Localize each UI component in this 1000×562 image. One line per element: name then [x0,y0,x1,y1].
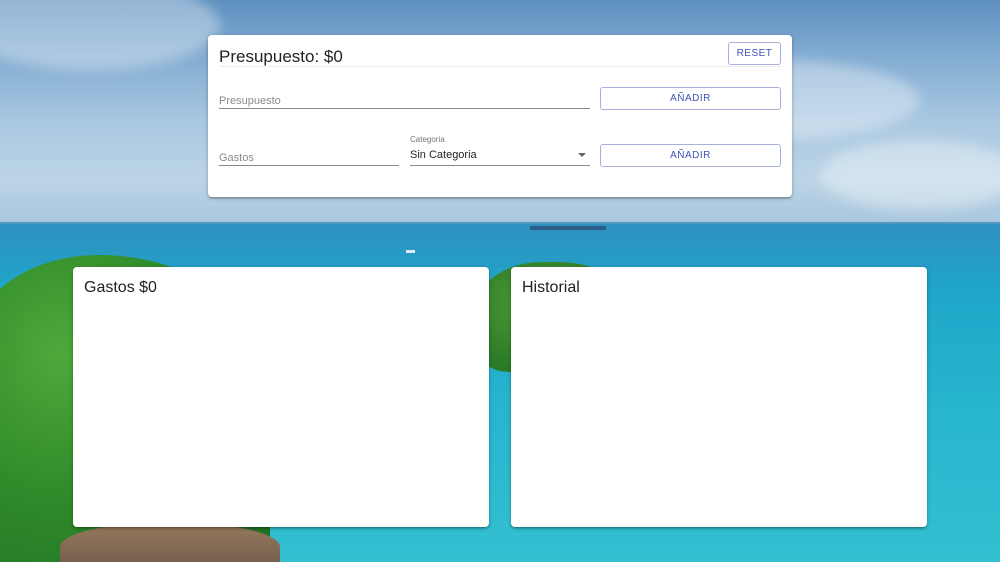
category-label: Categoria [410,135,445,144]
budget-field [219,91,590,109]
history-card: Historial [511,267,927,527]
budget-input[interactable] [219,93,590,109]
ship [530,226,606,230]
category-value: Sin Categoria [410,149,477,161]
budget-title: Presupuesto: $0 [219,47,343,66]
expenses-card: Gastos $0 [73,267,489,527]
title-divider [219,66,781,67]
boat [406,250,415,253]
category-select[interactable]: Categoria Sin Categoria [410,135,590,166]
expense-field [219,148,399,166]
history-title: Historial [522,279,580,296]
add-expense-button[interactable]: AÑADIR [600,144,781,167]
budget-card: Presupuesto: $0 RESET AÑADIR Categoria S… [208,35,792,197]
reset-button[interactable]: RESET [728,42,781,65]
expense-input[interactable] [219,150,399,166]
horizon [0,222,1000,224]
add-budget-button[interactable]: AÑADIR [600,87,781,110]
expenses-title: Gastos $0 [84,279,157,296]
chevron-down-icon [578,153,586,157]
